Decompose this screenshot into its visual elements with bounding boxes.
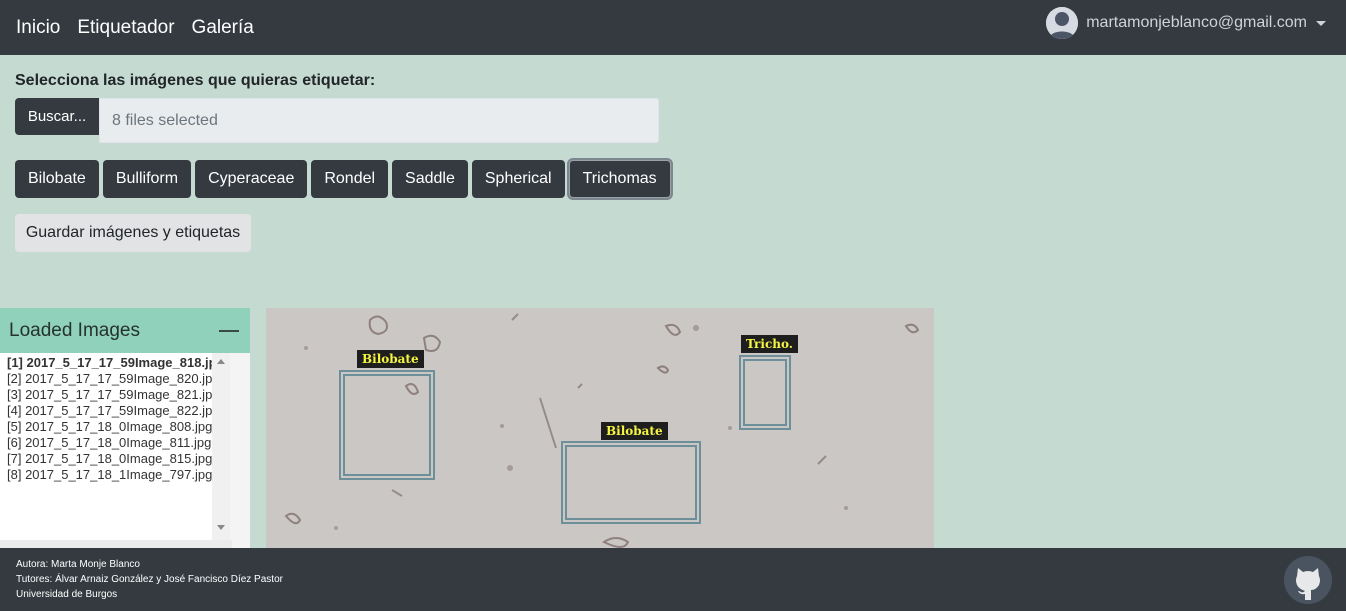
- scroll-up-icon[interactable]: [217, 359, 225, 364]
- scroll-down-icon[interactable]: [217, 525, 225, 530]
- bounding-box[interactable]: [561, 441, 701, 524]
- list-item[interactable]: [3] 2017_5_17_17_59Image_821.jpg: [7, 387, 230, 403]
- label-button-trichomas[interactable]: Trichomas: [568, 160, 671, 198]
- label-button-bulliform[interactable]: Bulliform: [102, 160, 192, 198]
- nav-etiquetador[interactable]: Etiquetador: [77, 17, 174, 39]
- image-list: [1] 2017_5_17_17_59Image_818.jpg [2] 201…: [0, 353, 230, 540]
- navbar: Inicio Etiquetador Galería martamonjebla…: [0, 0, 1346, 55]
- label-button-saddle[interactable]: Saddle: [392, 160, 468, 198]
- label-button-bilobate[interactable]: Bilobate: [15, 160, 99, 198]
- bounding-box-label: Bilobate: [357, 350, 424, 368]
- footer-university: Universidad de Burgos: [16, 589, 118, 600]
- annotation-canvas[interactable]: Bilobate Bilobate Tricho.: [266, 308, 934, 548]
- user-email: martamonjeblanco@gmail.com: [1086, 14, 1307, 31]
- list-item[interactable]: [1] 2017_5_17_17_59Image_818.jpg: [7, 355, 230, 371]
- nav-galeria[interactable]: Galería: [192, 17, 254, 39]
- list-item[interactable]: [4] 2017_5_17_17_59Image_822.jpg: [7, 403, 230, 419]
- label-toolbar: Bilobate Bulliform Cyperaceae Rondel Sad…: [15, 160, 675, 198]
- bounding-box[interactable]: [739, 355, 791, 430]
- image-list-container: [1] 2017_5_17_17_59Image_818.jpg [2] 201…: [0, 353, 250, 548]
- avatar: [1046, 7, 1079, 39]
- list-item[interactable]: [8] 2017_5_17_18_1Image_797.jpg: [7, 467, 230, 483]
- upload-prompt: Selecciona las imágenes que quieras etiq…: [15, 72, 376, 89]
- user-icon: [1046, 7, 1079, 39]
- horizontal-scrollbar[interactable]: [0, 540, 232, 548]
- user-menu[interactable]: martamonjeblanco@gmail.com: [1046, 7, 1326, 39]
- browse-button[interactable]: Buscar...: [15, 98, 99, 135]
- footer-tutors: Tutores: Álvar Arnaiz González y José Fa…: [16, 574, 283, 585]
- bounding-box-label: Bilobate: [601, 422, 668, 440]
- chevron-down-icon: [1316, 20, 1326, 26]
- label-button-rondel[interactable]: Rondel: [311, 160, 389, 198]
- list-item[interactable]: [5] 2017_5_17_18_0Image_808.jpg: [7, 419, 230, 435]
- label-button-cyperaceae[interactable]: Cyperaceae: [195, 160, 308, 198]
- list-item[interactable]: [7] 2017_5_17_18_0Image_815.jpg: [7, 451, 230, 467]
- panel-title: Loaded Images: [9, 319, 140, 341]
- list-item[interactable]: [6] 2017_5_17_18_0Image_811.jpg: [7, 435, 230, 451]
- file-input[interactable]: 8 files selected: [99, 98, 659, 143]
- panel-header: Loaded Images: [0, 308, 250, 353]
- loaded-images-panel: Loaded Images [1] 2017_5_17_17_59Image_8…: [0, 308, 250, 548]
- bounding-box[interactable]: [339, 370, 435, 480]
- vertical-scrollbar[interactable]: [212, 353, 230, 540]
- save-button[interactable]: Guardar imágenes y etiquetas: [15, 214, 251, 252]
- footer-author: Autora: Marta Monje Blanco: [16, 559, 140, 570]
- minimize-icon[interactable]: [219, 329, 239, 332]
- footer: Autora: Marta Monje Blanco Tutores: Álva…: [0, 548, 1346, 611]
- bounding-box-label: Tricho.: [741, 335, 798, 353]
- github-icon[interactable]: [1284, 556, 1332, 604]
- label-button-spherical[interactable]: Spherical: [471, 160, 565, 198]
- list-item[interactable]: [2] 2017_5_17_17_59Image_820.jpg: [7, 371, 230, 387]
- nav-inicio[interactable]: Inicio: [16, 17, 60, 39]
- file-input-group: Buscar... 8 files selected: [15, 98, 659, 143]
